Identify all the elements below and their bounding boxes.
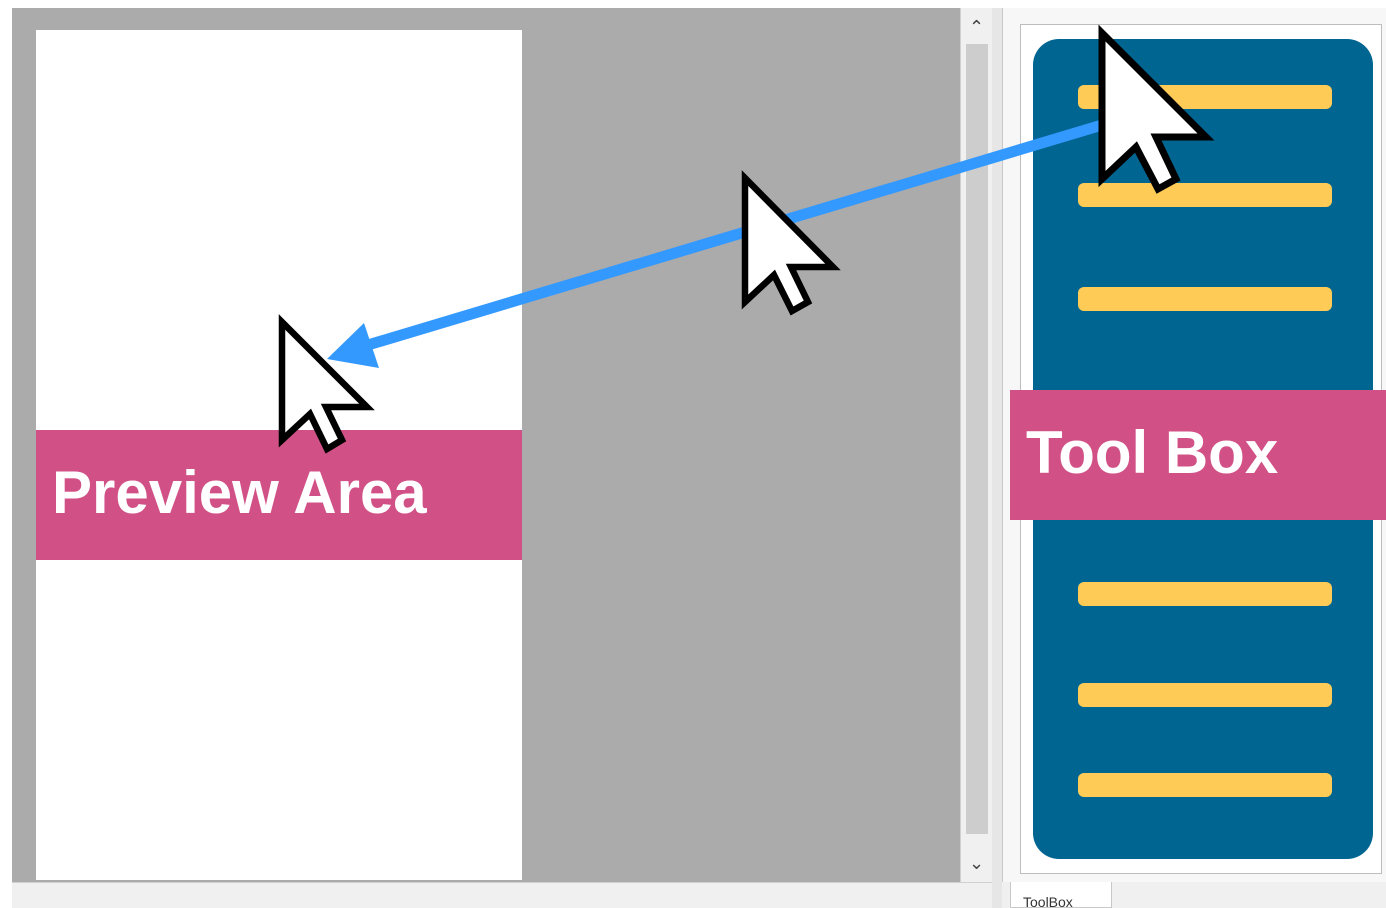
toolbox-item[interactable] — [1078, 287, 1332, 311]
vertical-scrollbar[interactable]: ⌃ ⌄ — [960, 8, 992, 882]
app-window: ⌃ ⌄ Preview Area Tool Box ToolBox — [0, 0, 1386, 908]
chevron-down-icon[interactable]: ⌄ — [961, 848, 992, 878]
scrollbar-thumb[interactable] — [966, 44, 988, 834]
window-top-edge — [0, 0, 1386, 8]
toolbox-label: Tool Box — [1010, 390, 1386, 520]
toolbox-item[interactable] — [1078, 683, 1332, 707]
panel-splitter[interactable] — [992, 8, 1002, 908]
toolbox-item[interactable] — [1078, 85, 1332, 109]
preview-area-label: Preview Area — [36, 430, 522, 560]
tab-toolbox[interactable]: ToolBox — [1010, 882, 1112, 908]
toolbox-item[interactable] — [1078, 773, 1332, 797]
chevron-up-icon[interactable]: ⌃ — [961, 12, 992, 42]
toolbox-item[interactable] — [1078, 582, 1332, 606]
window-left-edge — [0, 0, 12, 908]
horizontal-scrollbar[interactable] — [12, 882, 992, 908]
toolbox-item[interactable] — [1078, 183, 1332, 207]
